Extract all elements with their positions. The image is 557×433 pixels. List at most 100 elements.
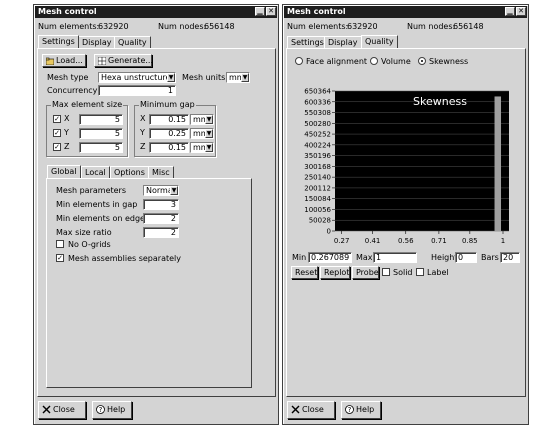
max-y-label: Y bbox=[64, 128, 69, 137]
close-button[interactable]: Close bbox=[287, 401, 335, 419]
x-tick-label: 1 bbox=[501, 237, 505, 245]
concurrency-field[interactable]: 1 bbox=[98, 85, 176, 96]
generate-button[interactable]: Generate... bbox=[94, 54, 153, 67]
mesh-parameters-label: Mesh parameters bbox=[56, 186, 127, 195]
mesh-type-label: Mesh type bbox=[47, 73, 89, 82]
mesh-parameters-select[interactable]: Normal ▼ bbox=[143, 185, 179, 196]
tab-settings[interactable]: Settings bbox=[38, 35, 79, 48]
bars-field[interactable]: 20 bbox=[500, 252, 520, 263]
max-x-field[interactable]: 5 bbox=[79, 114, 123, 125]
minimum-gap-group: Minimum gap X 0.15 mm ▼ Y 0.25 mm ▼ Z 0.15… bbox=[134, 100, 216, 157]
gap-x-field[interactable]: 0.15 bbox=[149, 114, 189, 125]
max-x-checkbox[interactable]: ✓ bbox=[53, 115, 61, 123]
grid-icon bbox=[98, 56, 106, 65]
chart-title: Skewness bbox=[413, 95, 467, 108]
mesh-units-select[interactable]: mm ▼ bbox=[226, 72, 250, 83]
close-icon[interactable]: ✕ bbox=[266, 7, 276, 16]
y-tick-label: 250140 bbox=[304, 174, 331, 182]
max-y-checkbox[interactable]: ✓ bbox=[53, 129, 61, 137]
close-icon bbox=[291, 405, 300, 414]
chevron-down-icon: ▼ bbox=[167, 73, 175, 82]
help-button[interactable]: ? Help bbox=[341, 401, 381, 419]
help-label: Help bbox=[356, 405, 375, 414]
y-tick-label: 150084 bbox=[304, 195, 331, 203]
tab-global[interactable]: Global bbox=[47, 165, 81, 178]
gap-z-field[interactable]: 0.15 bbox=[149, 142, 189, 153]
tab-display[interactable]: Display bbox=[78, 36, 116, 48]
no-ogrids-checkbox[interactable] bbox=[56, 240, 64, 248]
y-tick-label: 400224 bbox=[304, 141, 331, 149]
reset-button[interactable]: Reset bbox=[291, 266, 318, 279]
tab-display[interactable]: Display bbox=[324, 36, 362, 48]
probe-button[interactable]: Probe bbox=[352, 266, 379, 279]
face-alignment-radio[interactable] bbox=[295, 57, 303, 65]
tab-settings[interactable]: Settings bbox=[287, 36, 328, 48]
window-title: Mesh control bbox=[287, 7, 346, 16]
histogram-bar bbox=[494, 96, 502, 231]
x-tick-label: 0.41 bbox=[365, 237, 381, 245]
close-icon bbox=[42, 405, 51, 414]
close-icon[interactable]: ✕ bbox=[516, 7, 526, 16]
tab-misc[interactable]: Misc bbox=[148, 166, 174, 178]
help-button[interactable]: ? Help bbox=[92, 401, 132, 419]
num-elements-label: Num elements: bbox=[38, 22, 100, 31]
max-size-ratio-field[interactable]: 2 bbox=[143, 227, 179, 238]
max-z-field[interactable]: 5 bbox=[79, 142, 123, 153]
min-elements-gap-field[interactable]: 3 bbox=[143, 199, 179, 210]
load-button[interactable]: Load... bbox=[42, 54, 86, 67]
load-label: Load... bbox=[56, 56, 83, 65]
num-nodes-value: 656148 bbox=[204, 22, 235, 31]
gap-z-label: Z bbox=[140, 142, 146, 151]
x-tick-label: 0.27 bbox=[334, 237, 350, 245]
mesh-type-select[interactable]: Hexa unstructured ▼ bbox=[98, 72, 176, 83]
tab-local[interactable]: Local bbox=[81, 166, 110, 178]
tab-options[interactable]: Options bbox=[110, 166, 149, 178]
minimize-icon[interactable]: ▁ bbox=[255, 7, 265, 16]
max-field[interactable]: 1 bbox=[373, 252, 417, 263]
close-label: Close bbox=[302, 405, 324, 414]
max-label: Max bbox=[356, 253, 373, 262]
num-nodes-value: 656148 bbox=[453, 22, 484, 31]
mesh-assemblies-label: Mesh assemblies separately bbox=[68, 254, 181, 263]
gap-x-unit-select[interactable]: mm ▼ bbox=[190, 114, 214, 125]
num-nodes-label: Num nodes: bbox=[158, 22, 207, 31]
y-tick-label: 100056 bbox=[304, 206, 331, 214]
solid-checkbox[interactable] bbox=[382, 268, 390, 276]
min-field[interactable]: 0.267089 bbox=[308, 252, 352, 263]
y-tick-label: 0 bbox=[327, 228, 331, 236]
max-x-label: X bbox=[64, 114, 70, 123]
volume-label: Volume bbox=[381, 57, 411, 66]
close-label: Close bbox=[53, 405, 75, 414]
num-nodes-label: Num nodes: bbox=[407, 22, 456, 31]
svg-text:?: ? bbox=[99, 406, 103, 414]
num-elements-label: Num elements: bbox=[287, 22, 349, 31]
x-tick-label: 0.71 bbox=[431, 237, 447, 245]
mesh-assemblies-checkbox[interactable]: ✓ bbox=[56, 254, 64, 262]
min-elements-gap-label: Min elements in gap bbox=[56, 200, 138, 209]
title-bar: Mesh control ▁ ✕ bbox=[284, 6, 527, 18]
height-field[interactable]: 0 bbox=[455, 252, 477, 263]
max-z-checkbox[interactable]: ✓ bbox=[53, 143, 61, 151]
y-tick-label: 450252 bbox=[304, 131, 331, 139]
tab-quality[interactable]: Quality bbox=[114, 36, 151, 48]
skewness-radio[interactable] bbox=[418, 57, 426, 65]
min-elements-edge-field[interactable]: 2 bbox=[143, 213, 179, 224]
help-icon: ? bbox=[345, 405, 354, 414]
num-elements-value: 632920 bbox=[347, 22, 378, 31]
bars-label: Bars bbox=[481, 253, 499, 262]
chevron-down-icon: ▼ bbox=[205, 115, 213, 124]
volume-radio[interactable] bbox=[370, 57, 378, 65]
replot-button[interactable]: Replot bbox=[320, 266, 350, 279]
face-alignment-label: Face alignment bbox=[306, 57, 368, 66]
label-checkbox[interactable] bbox=[416, 268, 424, 276]
max-size-ratio-label: Max size ratio bbox=[56, 228, 112, 237]
y-tick-label: 350196 bbox=[304, 152, 331, 160]
gap-z-unit-select[interactable]: mm ▼ bbox=[190, 142, 214, 153]
window-title: Mesh control bbox=[38, 7, 97, 16]
minimize-icon[interactable]: ▁ bbox=[505, 7, 515, 16]
tab-quality[interactable]: Quality bbox=[361, 35, 398, 48]
gap-y-field[interactable]: 0.25 bbox=[149, 128, 189, 139]
close-button[interactable]: Close bbox=[38, 401, 86, 419]
max-y-field[interactable]: 5 bbox=[79, 128, 123, 139]
gap-y-unit-select[interactable]: mm ▼ bbox=[190, 128, 214, 139]
